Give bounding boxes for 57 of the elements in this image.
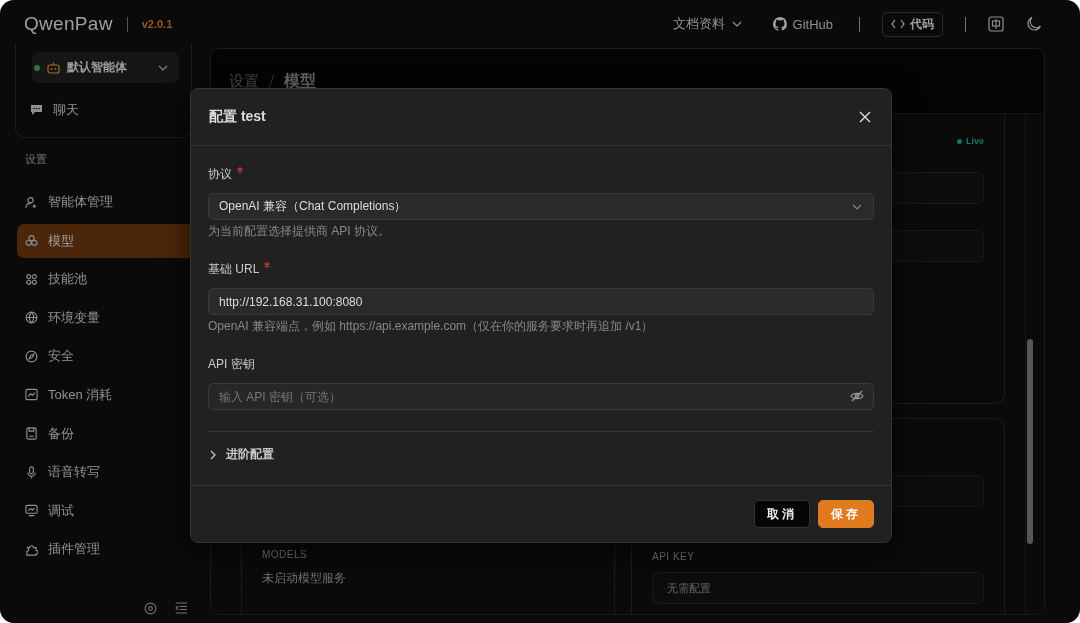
help-text: 为当前配置选择提供商 API 协议。 bbox=[208, 223, 390, 240]
section-label: 设置 bbox=[25, 152, 47, 167]
code-icon bbox=[891, 19, 905, 29]
grid-icon bbox=[25, 272, 38, 286]
moon-icon[interactable] bbox=[1026, 16, 1042, 32]
compass-icon bbox=[25, 349, 38, 363]
agent-selector[interactable]: 默认智能体 bbox=[32, 52, 179, 83]
scrollbar-thumb[interactable] bbox=[1027, 339, 1033, 544]
settings-icon[interactable] bbox=[144, 602, 157, 615]
chevron-right-icon bbox=[208, 449, 218, 460]
sidebar-item[interactable]: 备份 bbox=[17, 416, 210, 451]
eye-off-icon[interactable] bbox=[850, 390, 864, 402]
mic-icon bbox=[25, 465, 38, 479]
dialog-title: 配置 test bbox=[209, 108, 266, 126]
globe-icon bbox=[25, 311, 38, 325]
brand-logo: QwenPaw bbox=[24, 13, 113, 35]
version-label: v2.0.1 bbox=[141, 18, 173, 30]
chat-icon bbox=[30, 104, 43, 116]
cancel-button[interactable]: 取消 bbox=[754, 500, 810, 528]
robot-icon bbox=[47, 61, 60, 74]
field-value: 未启动模型服务 bbox=[262, 570, 347, 587]
sidebar-item[interactable]: 调试 bbox=[17, 493, 210, 528]
github-icon bbox=[772, 17, 787, 31]
page-title: 模型 bbox=[284, 70, 316, 91]
live-badge: Live bbox=[957, 136, 984, 146]
field-label: API KEY bbox=[652, 551, 696, 562]
sidebar-item[interactable]: 智能体管理 bbox=[17, 185, 210, 219]
chart-icon bbox=[25, 388, 38, 402]
chat-nav-item[interactable]: 聊天 bbox=[30, 95, 79, 129]
protocol-select[interactable]: OpenAI 兼容（Chat Completions） bbox=[208, 193, 874, 220]
collapse-icon[interactable] bbox=[175, 602, 188, 614]
sidebar-item[interactable]: 环境变量 bbox=[17, 300, 210, 335]
close-button[interactable] bbox=[857, 109, 873, 125]
required-icon bbox=[264, 262, 271, 268]
sidebar-item[interactable]: 插件管理 bbox=[17, 532, 210, 567]
close-icon bbox=[859, 111, 871, 123]
language-icon[interactable] bbox=[988, 16, 1004, 32]
field-label: API 密钥 bbox=[208, 356, 255, 373]
field-label: 基础 URL bbox=[208, 261, 260, 278]
required-icon bbox=[237, 167, 243, 173]
docs-menu[interactable]: 文档资料 bbox=[668, 13, 747, 35]
advanced-toggle[interactable]: 进阶配置 bbox=[208, 446, 274, 463]
code-button[interactable]: 代码 bbox=[882, 11, 943, 37]
github-link[interactable]: GitHub bbox=[768, 14, 837, 34]
save-icon bbox=[25, 427, 38, 441]
api-key-field[interactable]: 输入 API 密钥（可选） bbox=[208, 383, 874, 410]
url-field[interactable]: http://192.168.31.100:8080 bbox=[208, 288, 874, 315]
monitor-icon bbox=[25, 504, 38, 518]
sidebar-item[interactable]: Token 消耗 bbox=[17, 377, 210, 412]
help-text: OpenAI 兼容端点，例如 https://api.example.com（仅在你的服务要求时再追加 /v1） bbox=[208, 318, 654, 335]
field-label: MODELS bbox=[262, 549, 309, 560]
sidebar-item[interactable]: 语音转写 bbox=[17, 455, 210, 490]
value-field: 无需配置 bbox=[652, 572, 984, 604]
sidebar-item[interactable]: 技能池 bbox=[17, 262, 210, 297]
model-icon bbox=[25, 234, 38, 248]
field-label: 协议 bbox=[208, 166, 232, 183]
user-icon bbox=[25, 195, 38, 209]
